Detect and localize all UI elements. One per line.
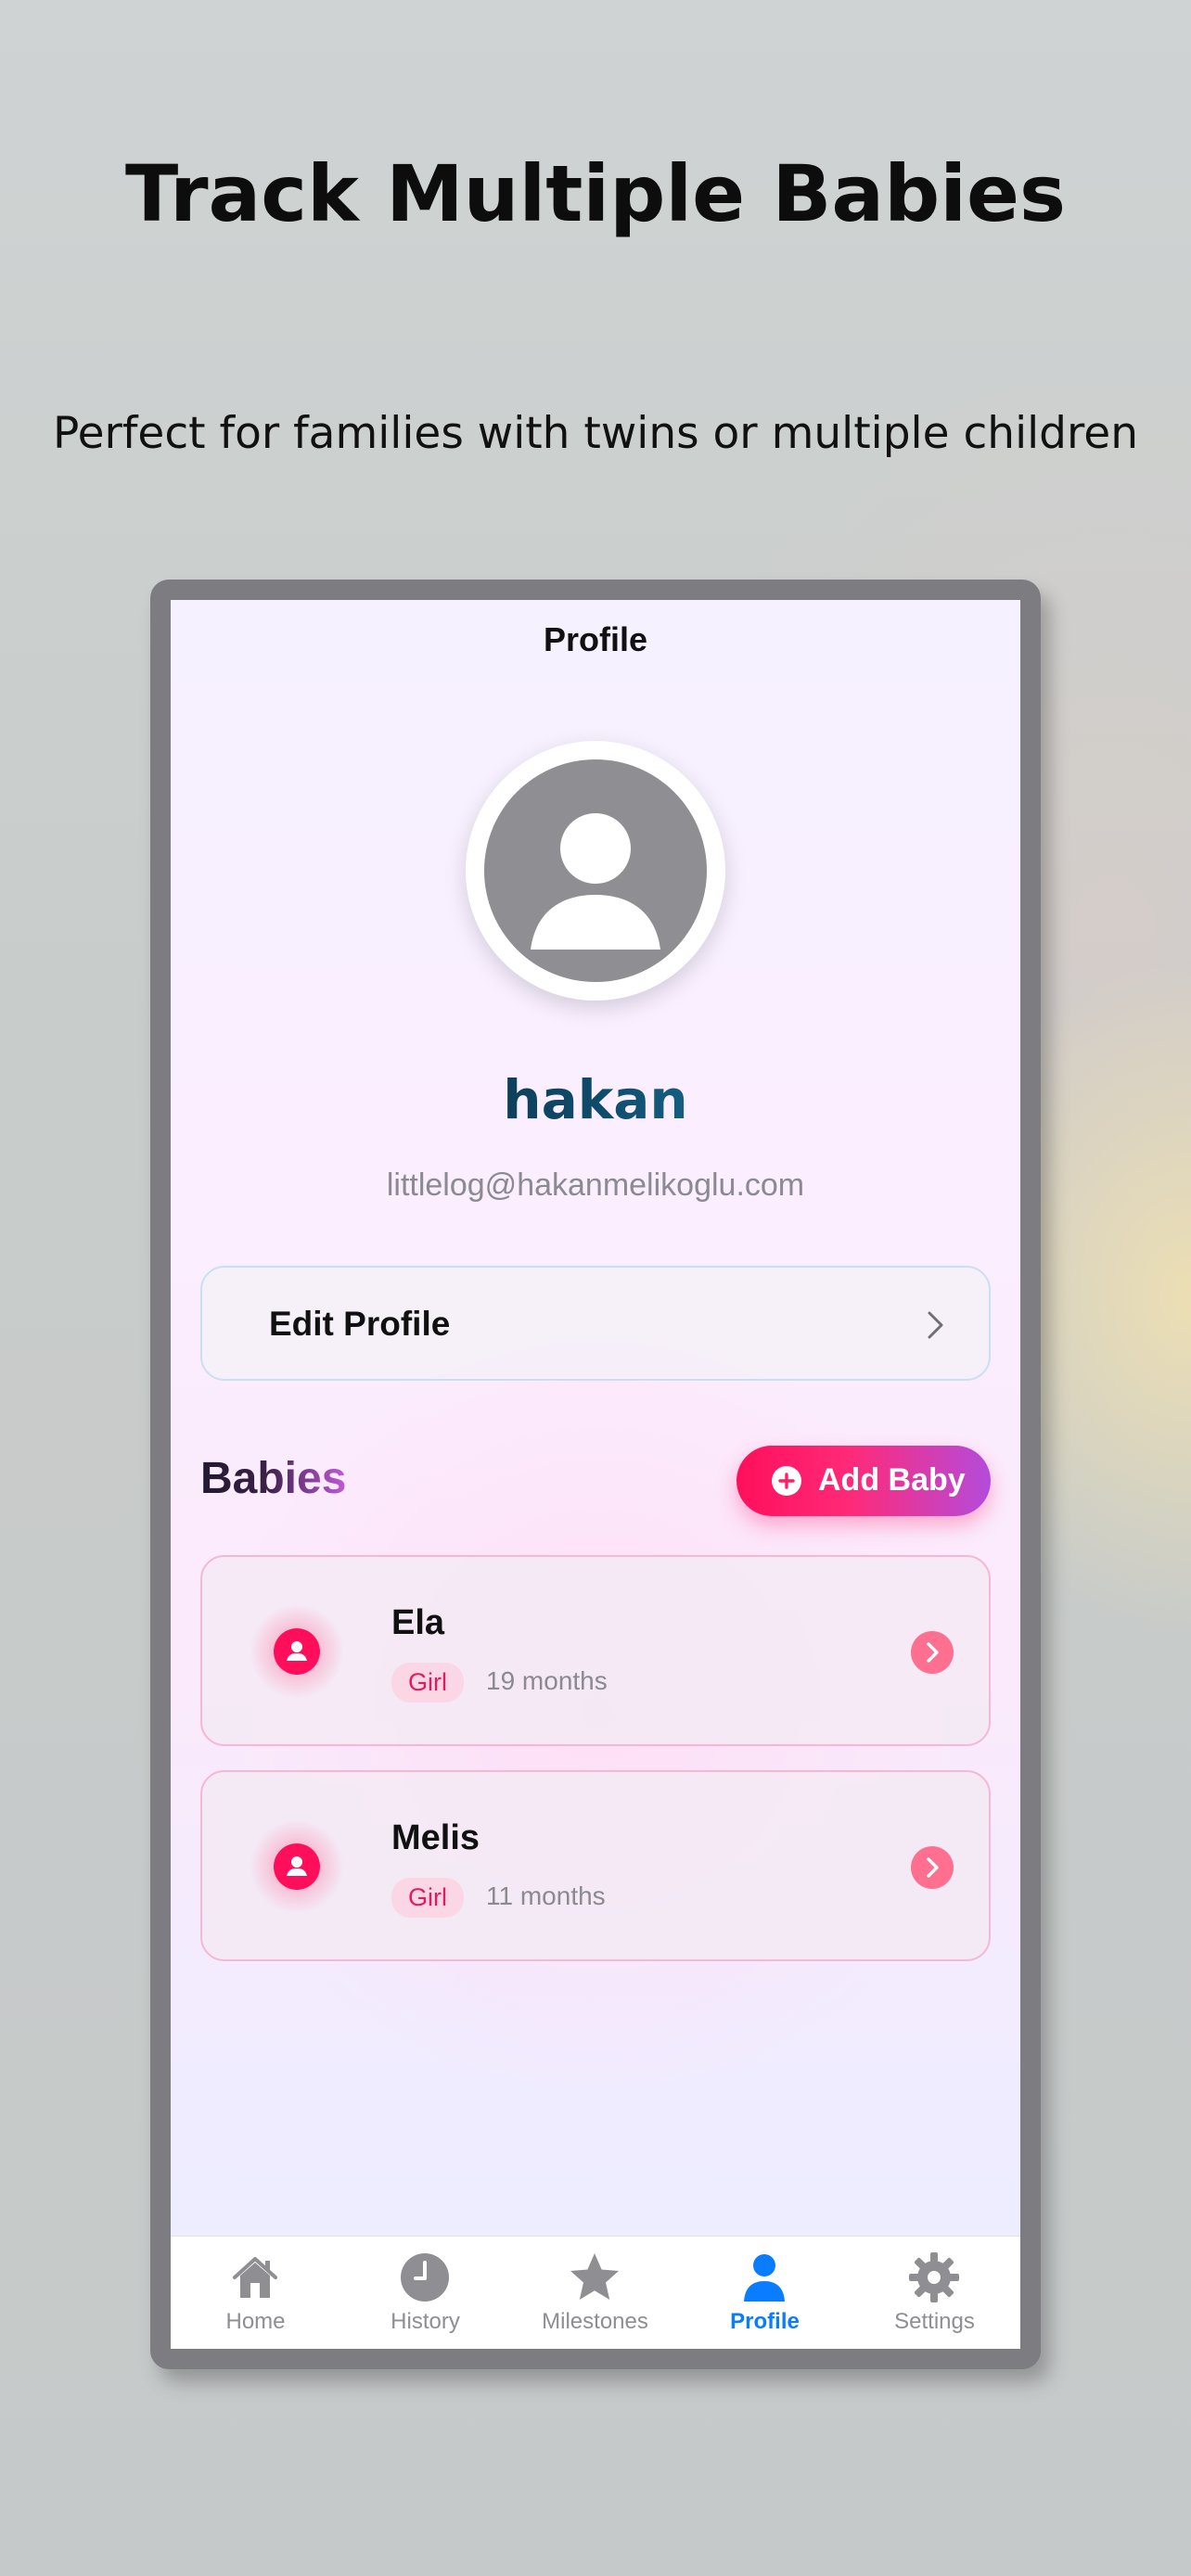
edit-profile-button[interactable]: Edit Profile	[200, 1266, 991, 1381]
baby-card[interactable]: Melis Girl 11 months	[200, 1770, 991, 1961]
clock-icon	[401, 2253, 449, 2302]
plus-circle-icon	[772, 1466, 801, 1496]
baby-card[interactable]: Ela Girl 19 months	[200, 1555, 991, 1746]
page-title: Profile	[543, 620, 648, 658]
promo-headline: Track Multiple Babies	[125, 148, 1066, 239]
tab-history[interactable]: History	[340, 2237, 510, 2349]
profile-screen: Profile hakan littlelog@hakanmelikoglu.c…	[171, 600, 1020, 2349]
tab-home[interactable]: Home	[171, 2237, 340, 2349]
gender-badge: Girl	[391, 1663, 464, 1702]
chevron-right-circle-icon[interactable]	[911, 1846, 954, 1889]
babies-section-title: Babies	[200, 1454, 347, 1503]
baby-name: Melis	[391, 1818, 480, 1857]
user-name: hakan	[171, 1068, 1020, 1131]
baby-avatar-icon	[274, 1628, 320, 1675]
tab-label: Home	[225, 2309, 286, 2334]
tab-label: Milestones	[542, 2309, 648, 2334]
person-placeholder-icon	[484, 759, 707, 982]
promo-subheadline: Perfect for families with twins or multi…	[52, 408, 1139, 459]
edit-profile-label: Edit Profile	[269, 1305, 451, 1343]
add-baby-button[interactable]: Add Baby	[736, 1446, 991, 1516]
baby-name: Ela	[391, 1603, 445, 1642]
tab-label: Profile	[730, 2309, 800, 2334]
tab-bar: Home History Milestones Profile Settings	[171, 2236, 1020, 2349]
tab-profile[interactable]: Profile	[680, 2237, 850, 2349]
tab-label: Settings	[894, 2309, 975, 2334]
user-email: littlelog@hakanmelikoglu.com	[386, 1167, 805, 1203]
device-frame: Profile hakan littlelog@hakanmelikoglu.c…	[150, 580, 1041, 2369]
tab-label: History	[391, 2309, 460, 2334]
house-icon	[233, 2257, 277, 2298]
chevron-right-circle-icon[interactable]	[911, 1631, 954, 1674]
add-baby-label: Add Baby	[818, 1462, 966, 1498]
person-icon	[744, 2254, 785, 2302]
tab-milestones[interactable]: Milestones	[510, 2237, 680, 2349]
chevron-right-icon	[928, 1311, 943, 1339]
tab-settings[interactable]: Settings	[850, 2237, 1019, 2349]
gender-badge: Girl	[391, 1878, 464, 1918]
baby-avatar-icon	[274, 1843, 320, 1890]
baby-age: 11 months	[486, 1881, 606, 1910]
profile-avatar[interactable]	[466, 741, 725, 1001]
baby-age: 19 months	[486, 1666, 608, 1695]
gear-icon	[909, 2252, 959, 2302]
star-icon	[570, 2253, 619, 2300]
